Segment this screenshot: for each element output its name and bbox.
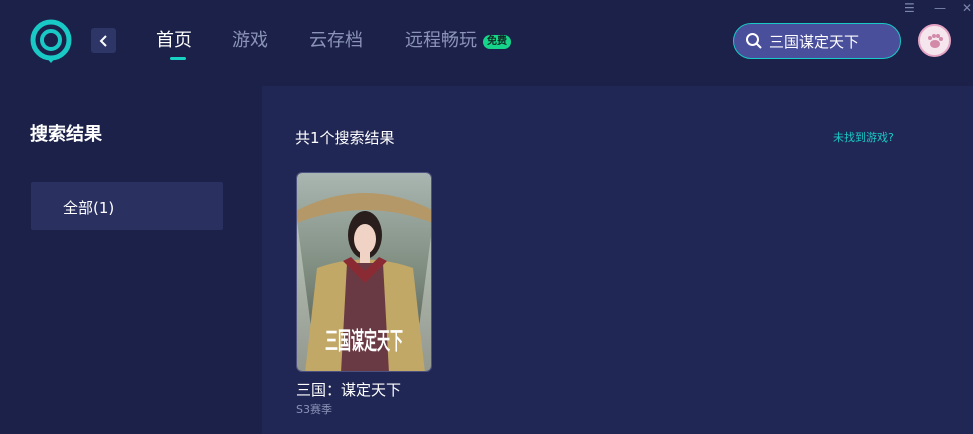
free-badge: 免费 xyxy=(483,35,511,49)
nav-cloud-saves-label: 云存档 xyxy=(309,30,363,51)
nav-active-indicator xyxy=(170,57,186,60)
avatar-paw-icon xyxy=(927,33,943,48)
filter-all[interactable]: 全部(1) xyxy=(31,182,223,230)
nav-games[interactable]: 游戏 xyxy=(232,29,268,53)
sidebar: 搜索结果 全部(1) xyxy=(0,86,262,434)
app-window: 首页 游戏 云存档 远程畅玩 免费 三国谋定天下 ☰ — ✕ 搜索结果 全部(1… xyxy=(0,0,973,434)
filter-all-label: 全部(1) xyxy=(63,199,115,217)
search-input[interactable]: 三国谋定天下 xyxy=(769,31,859,52)
nav-cloud-saves[interactable]: 云存档 xyxy=(309,29,363,53)
close-icon[interactable]: ✕ xyxy=(962,0,972,16)
result-count: 共1个搜索结果 xyxy=(295,129,395,147)
app-logo-icon[interactable] xyxy=(28,18,74,64)
not-found-link[interactable]: 未找到游戏? xyxy=(833,129,894,145)
nav-games-label: 游戏 xyxy=(232,30,268,51)
avatar[interactable] xyxy=(918,24,951,57)
nav-home-label: 首页 xyxy=(156,30,192,51)
minimize-icon[interactable]: — xyxy=(934,0,946,16)
menu-icon[interactable]: ☰ xyxy=(904,0,915,16)
back-button[interactable] xyxy=(91,28,116,53)
back-arrow-icon xyxy=(99,34,107,47)
top-bar: 首页 游戏 云存档 远程畅玩 免费 三国谋定天下 ☰ — ✕ xyxy=(0,0,973,86)
search-box[interactable]: 三国谋定天下 xyxy=(733,23,901,59)
nav-home[interactable]: 首页 xyxy=(156,29,192,60)
results-panel: 共1个搜索结果 未找到游戏? 三国谋定天下 三国：谋定天下 S3赛季 xyxy=(262,86,973,434)
cover-logo: 三国谋定天下 xyxy=(325,326,403,355)
game-cover-art: 三国谋定天下 xyxy=(297,173,431,371)
nav-remote-play-label: 远程畅玩 xyxy=(405,30,477,51)
sidebar-title: 搜索结果 xyxy=(30,124,102,145)
cover-logo-big-text: 三国谋定天下 xyxy=(325,326,403,355)
search-icon[interactable] xyxy=(745,32,763,50)
game-cover-image[interactable]: 三国谋定天下 xyxy=(296,172,432,372)
game-season: S3赛季 xyxy=(296,403,332,416)
game-name[interactable]: 三国：谋定天下 xyxy=(296,379,401,400)
nav-remote-play[interactable]: 远程畅玩 xyxy=(405,29,477,53)
